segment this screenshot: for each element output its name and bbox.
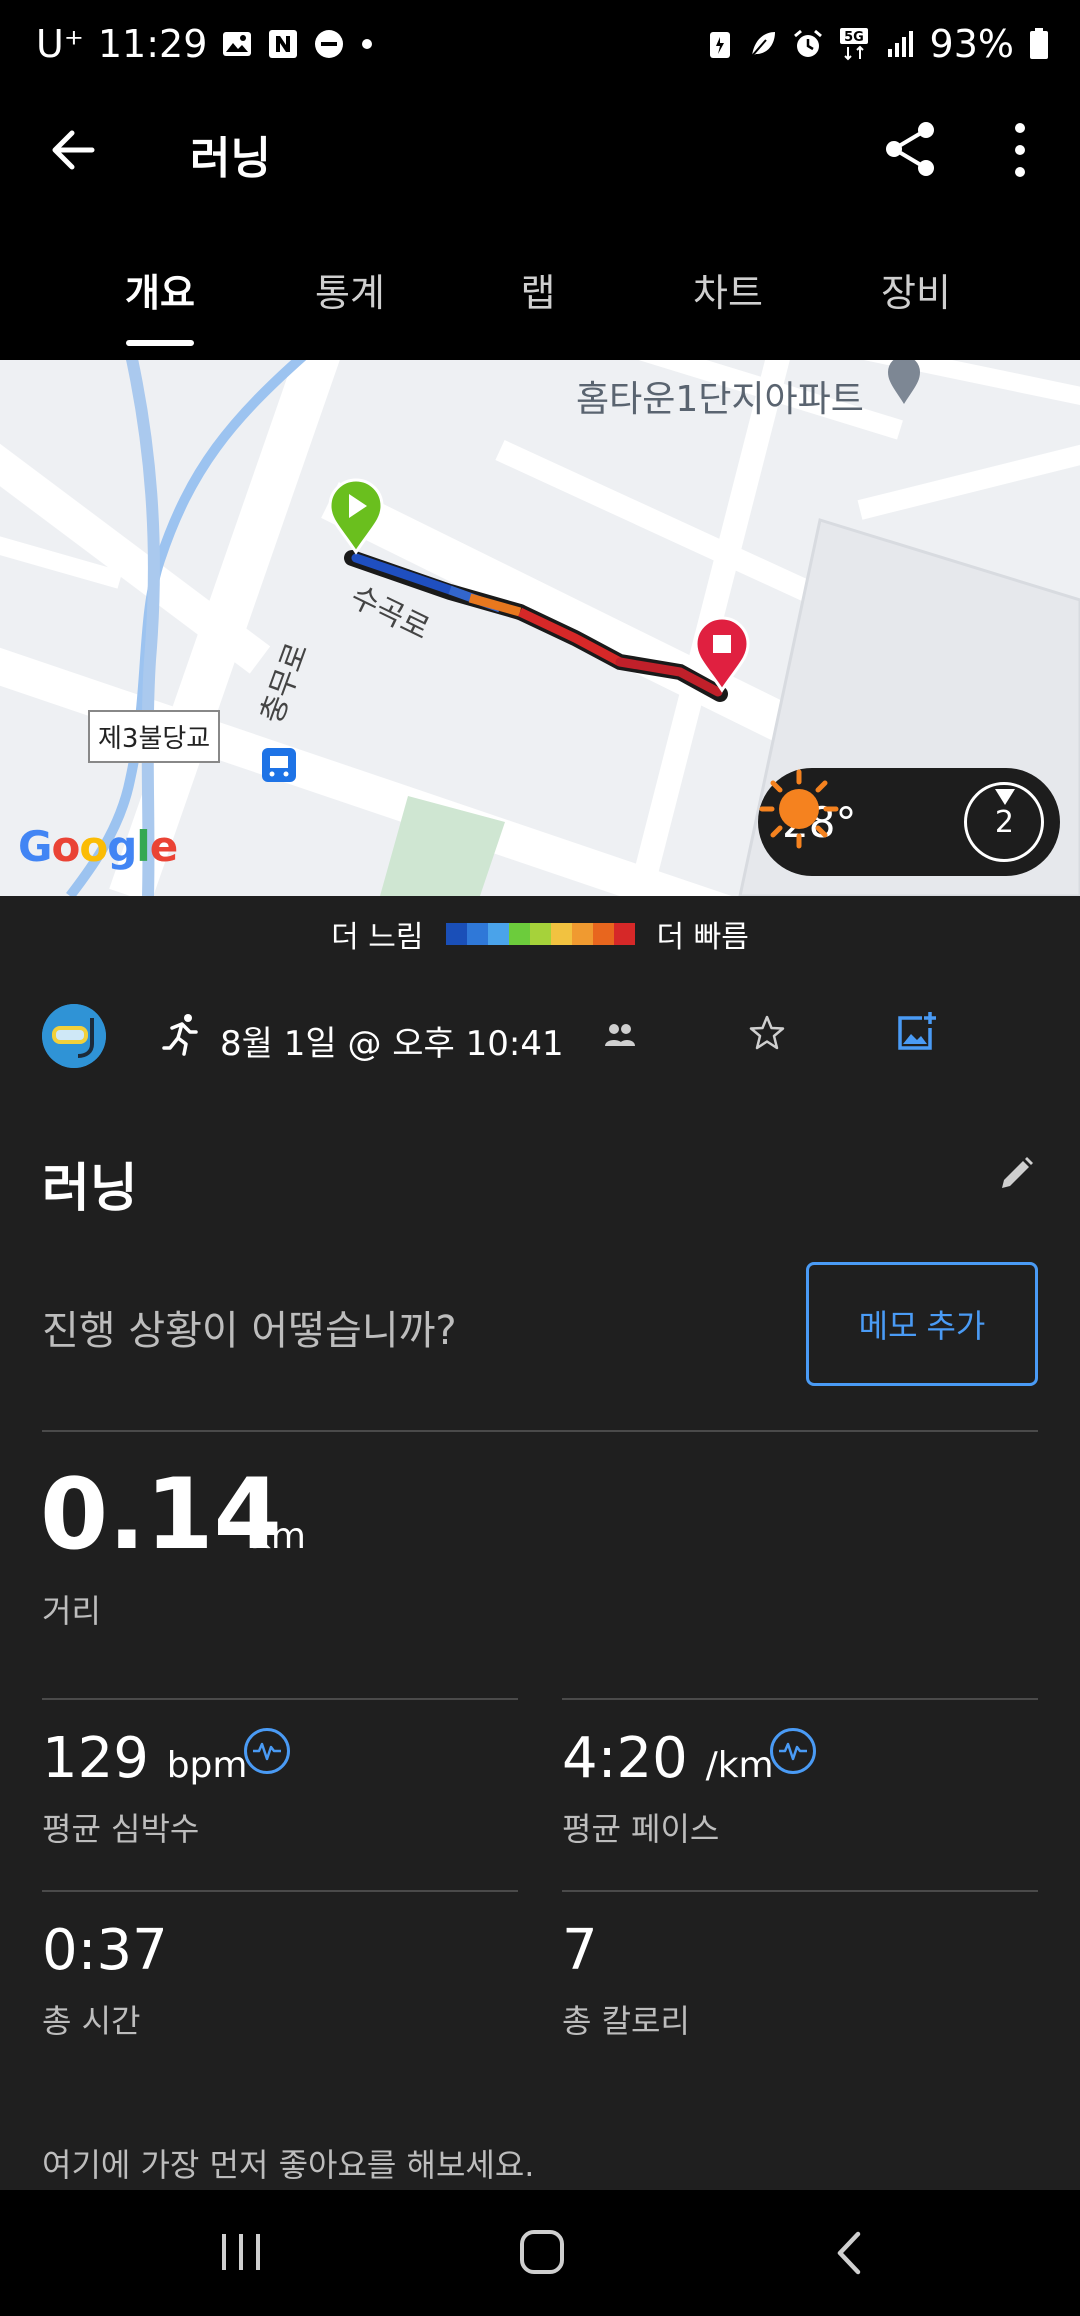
do-not-disturb-icon: [313, 28, 345, 60]
google-logo: Google: [18, 822, 178, 871]
divider: [42, 1430, 1038, 1432]
alarm-icon: [792, 28, 824, 60]
tab-stats[interactable]: 통계: [275, 262, 425, 317]
heart-rate-stat: 129 bpm: [42, 1726, 247, 1791]
progress-question: 진행 상황이 어떻습니까?: [42, 1308, 457, 1354]
wind-indicator: 2: [964, 782, 1045, 862]
route-map[interactable]: 홈타운1단지아파트 수곡로 충무로 제3불당교 Google 28° 2: [0, 360, 1080, 896]
pace-color-swatch: [529, 923, 551, 945]
pace-color-swatch: [487, 923, 509, 945]
edit-pencil-icon[interactable]: [996, 1154, 1036, 1194]
wind-direction-icon: [995, 789, 1016, 805]
share-icon[interactable]: [880, 118, 942, 180]
running-icon: [160, 1012, 204, 1056]
distance-label: 거리: [42, 1592, 101, 1630]
pace-color-swatch: [466, 923, 488, 945]
pace-unit: /km: [705, 1745, 774, 1786]
battery-percent: 93%: [929, 22, 1014, 66]
status-bar: U⁺ 11:29 5G 93%: [0, 0, 1080, 96]
divider: [562, 1698, 1038, 1700]
avatar[interactable]: [42, 1004, 106, 1068]
add-photo-icon[interactable]: [894, 1010, 938, 1054]
pace-label: 평균 페이스: [562, 1810, 720, 1848]
distance-unit: km: [250, 1516, 306, 1557]
notification-dot-icon: [359, 36, 375, 52]
pace-stat: 4:20 /km: [562, 1726, 774, 1791]
divider: [562, 1890, 1038, 1892]
pace-color-swatch: [592, 923, 614, 945]
activity-details: 더 느림 더 빠름 8월 1일 @ 오후 10:41 러닝 진행 상황이 어떻습…: [0, 896, 1080, 2190]
gallery-icon: [221, 28, 253, 60]
like-prompt[interactable]: 여기에 가장 먼저 좋아요를 해보세요.: [42, 2140, 534, 2186]
system-nav-bar: [0, 2190, 1080, 2316]
pace-color-swatch: [508, 923, 530, 945]
heart-rate-value: 129: [42, 1726, 149, 1791]
activity-datetime: 8월 1일 @ 오후 10:41: [220, 1024, 564, 1064]
clock: 11:29: [97, 22, 208, 66]
active-tab-indicator: [126, 340, 194, 346]
pace-legend: 더 느림 더 빠름: [0, 912, 1080, 956]
bridge-label: 제3불당교: [88, 710, 221, 763]
network-type: 5G: [844, 30, 864, 45]
pace-color-swatch: [550, 923, 572, 945]
time-value: 0:37: [42, 1918, 168, 1983]
divider: [42, 1890, 518, 1892]
naver-icon: [267, 28, 299, 60]
more-options-icon[interactable]: [1000, 118, 1040, 182]
heart-rate-info-icon[interactable]: [244, 1728, 290, 1774]
back-arrow-icon[interactable]: [44, 120, 104, 180]
people-icon[interactable]: [602, 1018, 638, 1054]
weather-widget: 28° 2: [758, 768, 1060, 876]
slow-label: 더 느림: [331, 920, 424, 955]
battery-icon: [1028, 27, 1050, 61]
leaf-icon: [748, 28, 778, 60]
tab-overview[interactable]: 개요: [85, 262, 235, 317]
pace-info-icon[interactable]: [770, 1728, 816, 1774]
fast-label: 더 빠름: [656, 920, 749, 955]
tab-laps[interactable]: 랩: [463, 262, 613, 317]
pace-color-scale: [445, 923, 635, 945]
wind-speed: 2: [994, 804, 1014, 840]
time-label: 총 시간: [42, 2002, 141, 2040]
pace-value: 4:20: [562, 1726, 688, 1791]
distance-value: 0.14: [40, 1458, 282, 1572]
divider: [42, 1698, 518, 1700]
activity-meta: 8월 1일 @ 오후 10:41: [0, 1004, 1080, 1084]
home-icon[interactable]: [520, 2230, 564, 2274]
recent-apps-icon[interactable]: [218, 2232, 264, 2272]
battery-saver-icon: [706, 28, 734, 60]
5g-data-icon: 5G: [838, 27, 872, 61]
heart-rate-unit: bpm: [166, 1745, 248, 1786]
carrier-label: U⁺: [36, 22, 84, 66]
add-memo-button[interactable]: 메모 추가: [806, 1262, 1038, 1386]
calories-value: 7: [562, 1918, 598, 1983]
star-icon[interactable]: [748, 1014, 786, 1052]
activity-title: 러닝: [42, 1159, 138, 1219]
signal-icon: [886, 29, 916, 59]
tab-bar: 개요 통계 랩 차트 장비: [0, 232, 1080, 352]
pace-color-swatch: [445, 923, 467, 945]
nav-back-icon[interactable]: [828, 2228, 868, 2278]
tab-charts[interactable]: 차트: [653, 262, 803, 317]
page-title: 러닝: [190, 133, 271, 184]
heart-rate-label: 평균 심박수: [42, 1810, 200, 1848]
sunny-icon: [759, 769, 954, 863]
app-bar: 러닝: [0, 96, 1080, 206]
pace-color-swatch: [571, 923, 593, 945]
poi-label: 홈타운1단지아파트: [576, 379, 864, 420]
pace-color-swatch: [613, 923, 635, 945]
tab-gear[interactable]: 장비: [841, 262, 991, 317]
calories-label: 총 칼로리: [562, 2002, 690, 2040]
